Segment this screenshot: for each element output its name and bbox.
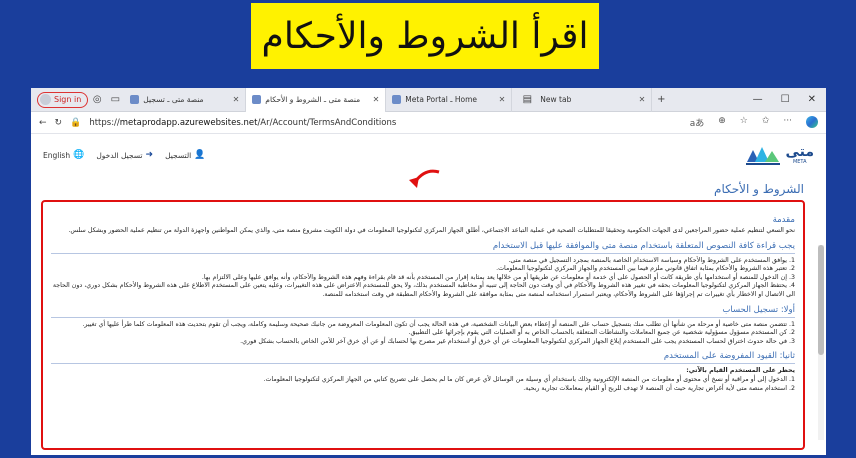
intro-text: نحو السعي لتنظيم عملية حضور المراجعين لد… xyxy=(68,227,795,234)
tab-label: منصة متى ـ الشروط و الأحكام xyxy=(265,95,361,104)
favorite-star-icon[interactable]: ☆ xyxy=(740,116,748,129)
read-aloud-icon[interactable]: aあ xyxy=(690,116,705,129)
tab-terms[interactable]: منصة متى ـ الشروط و الأحكام ✕ xyxy=(246,88,387,112)
logo-sub: META xyxy=(792,159,807,165)
login-label: تسجيل الدخول xyxy=(96,150,143,160)
copilot-icon[interactable] xyxy=(806,116,818,128)
sign-in-icon: ➜ xyxy=(145,150,154,160)
login-link[interactable]: تسجيل الدخول ➜ xyxy=(96,150,153,160)
globe-icon: 🌐 xyxy=(73,150,85,160)
tab-register[interactable]: منصة متى ـ تسجيل ✕ xyxy=(124,88,247,112)
list-item: 2. كن المستخدم مسؤول مسؤولية شخصية عن جم… xyxy=(408,329,795,337)
minimize-icon[interactable]: — xyxy=(753,94,763,105)
address-bar-row: ← ↻ 🔒 https://metaprodapp.azurewebsites.… xyxy=(31,112,826,134)
register-label: التسجيل xyxy=(165,150,192,160)
workspaces-icon[interactable]: ◎ xyxy=(88,94,106,105)
page-scrollbar[interactable] xyxy=(818,245,824,440)
url-field[interactable]: https://metaprodapp.azurewebsites.net/Ar… xyxy=(89,118,681,128)
section-heading: ثانيا: القيود المفروضة على المستخدم xyxy=(663,351,795,362)
sign-in-label: Sign in xyxy=(54,95,82,104)
tab-label: Meta Portal ـ Home xyxy=(405,95,477,104)
close-icon[interactable]: ✕ xyxy=(233,95,240,104)
tab-actions-icon[interactable]: ▭ xyxy=(106,94,124,105)
site-favicon-icon xyxy=(130,95,140,104)
intro-heading: مقدمة xyxy=(772,215,795,225)
divider xyxy=(51,316,795,318)
language-label: English xyxy=(43,150,71,160)
more-menu-icon[interactable]: ··· xyxy=(783,116,792,129)
back-icon[interactable]: ← xyxy=(39,118,47,128)
tab-bar: Sign in ◎ ▭ منصة متى ـ تسجيل ✕ منصة متى … xyxy=(31,88,826,112)
list-item: 3. في حالة حدوث اختراق لحساب المستخدم يج… xyxy=(240,337,795,345)
list-item: 1. الدخول إلى أو مراقبة أو نسخ أي محتوى … xyxy=(263,375,795,383)
subheading: يحظر على المستخدم القيام بالآتي: xyxy=(686,367,795,375)
toolbar-right: aあ ⊕ ☆ ✩ ··· xyxy=(690,116,818,129)
close-icon[interactable]: ✕ xyxy=(639,95,646,104)
logo-mark-icon xyxy=(746,147,781,165)
curved-arrow-icon xyxy=(409,169,440,188)
tab-label: منصة متى ـ تسجيل xyxy=(143,95,204,104)
scrollbar-thumb[interactable] xyxy=(818,245,824,355)
zoom-icon[interactable]: ⊕ xyxy=(718,116,726,129)
lock-icon[interactable]: 🔒 xyxy=(70,118,81,128)
window-controls: — ☐ ✕ xyxy=(753,94,826,105)
tab-label: New tab xyxy=(540,95,572,104)
url-prefix: https:// xyxy=(89,117,120,128)
logo-text: متى xyxy=(785,144,814,160)
divider xyxy=(51,363,795,365)
terms-content: مقدمة نحو السعي لتنظيم عملية حضور المراج… xyxy=(41,200,805,450)
register-link[interactable]: التسجيل 👤 xyxy=(165,150,205,160)
tab-meta-portal[interactable]: Meta Portal ـ Home ✕ xyxy=(386,88,513,112)
meta-logo[interactable]: متى META xyxy=(745,144,814,166)
divider xyxy=(51,252,795,254)
browser-window: Sign in ◎ ▭ منصة متى ـ تسجيل ✕ منصة متى … xyxy=(31,88,826,455)
list-item: 2. تعتبر هذه الشروط والأحكام بمثابة اتفا… xyxy=(496,265,795,273)
new-tab-page-icon: ▤ xyxy=(522,94,533,105)
close-icon[interactable]: ✕ xyxy=(373,95,380,104)
avatar-icon xyxy=(40,94,51,105)
list-item: 4. يحتفظ الجهاز المركزي لتكنولوجيا المعل… xyxy=(52,282,795,298)
list-item: 2. استخدام منصة متى لأية أغراض تجارية حي… xyxy=(523,384,795,392)
add-user-icon: 👤 xyxy=(194,150,206,160)
close-window-icon[interactable]: ✕ xyxy=(808,94,816,105)
instruction-banner: اقرأ الشروط والأحكام xyxy=(251,3,599,69)
new-tab-button[interactable]: + xyxy=(652,94,670,105)
section-heading: يجب قراءة كافة النصوص المتعلقة باستخدام … xyxy=(492,240,795,251)
section-heading: أولا: تسجيل الحساب xyxy=(722,304,795,315)
url-host: metaprodapp.azurewebsites.net xyxy=(119,117,258,128)
close-icon[interactable]: ✕ xyxy=(499,95,506,104)
site-favicon-icon xyxy=(392,95,402,104)
list-item: 1. تتضمن منصة متى خاصية أو مرحلة من شأنه… xyxy=(82,320,795,328)
site-favicon-icon xyxy=(252,95,262,104)
url-path: /Ar/Account/TermsAndConditions xyxy=(257,117,397,128)
refresh-icon[interactable]: ↻ xyxy=(55,118,63,128)
favorites-icon[interactable]: ✩ xyxy=(762,116,770,129)
sign-in-button[interactable]: Sign in xyxy=(37,91,89,108)
maximize-icon[interactable]: ☐ xyxy=(781,94,790,105)
list-item: 1. يوافق المستخدم على الشروط والأحكام وس… xyxy=(508,256,795,264)
tab-new-tab[interactable]: ▤ New tab ✕ xyxy=(512,88,653,112)
language-link[interactable]: English 🌐 xyxy=(43,150,84,160)
